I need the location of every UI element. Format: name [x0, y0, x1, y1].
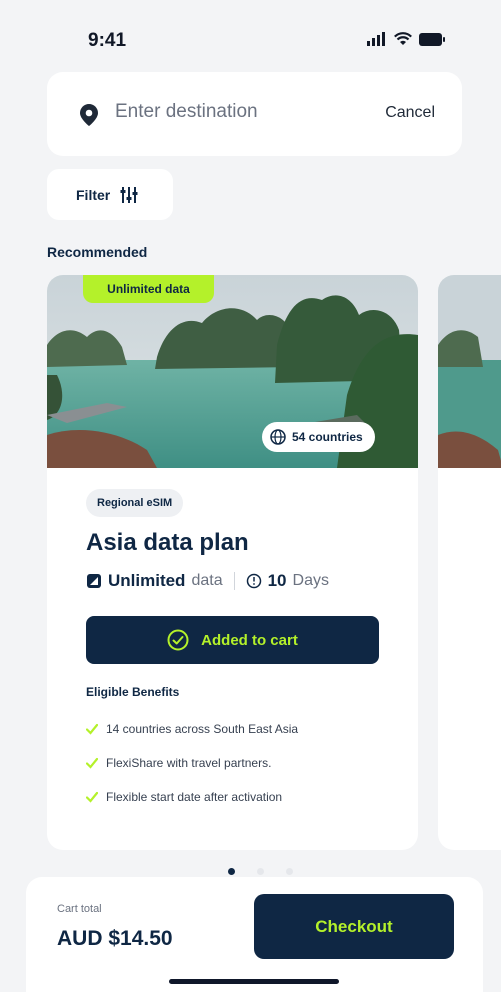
- location-pin-icon: [80, 104, 98, 126]
- cart-total-amount: AUD $14.50: [57, 927, 173, 950]
- data-chart-icon: [87, 574, 101, 588]
- check-circle-icon: [167, 629, 189, 651]
- days-unit: Days: [292, 572, 329, 589]
- battery-icon: [419, 32, 445, 46]
- plan-meta: Unlimited data 10 Days: [86, 571, 329, 591]
- region-badge: Regional eSIM: [86, 489, 184, 517]
- section-title: Recommended: [47, 244, 148, 260]
- meta-divider: [233, 572, 235, 590]
- data-value: Unlimited: [108, 571, 186, 590]
- benefit-item: Flexible start date after activation: [86, 780, 298, 814]
- unlimited-data-badge: Unlimited data: [83, 275, 214, 303]
- carousel-pager: [228, 868, 293, 875]
- wifi-icon: [394, 32, 412, 45]
- cancel-button[interactable]: Cancel: [385, 104, 435, 122]
- filter-label: Filter: [76, 186, 111, 203]
- status-time: 9:41: [88, 30, 127, 51]
- filter-button[interactable]: Filter: [47, 169, 173, 220]
- checkmark-icon: [86, 723, 98, 735]
- benefit-text: FlexiShare with travel partners.: [106, 756, 272, 770]
- data-unit: data: [191, 572, 223, 589]
- countries-pill: 54 countries: [262, 422, 375, 452]
- checkout-label: Checkout: [315, 916, 393, 936]
- destination-input[interactable]: [115, 101, 345, 123]
- sliders-icon: [120, 186, 138, 203]
- added-to-cart-button[interactable]: Added to cart: [86, 616, 379, 664]
- signal-icon: [367, 32, 385, 46]
- destination-search-card: Cancel: [47, 72, 462, 156]
- benefit-text: Flexible start date after activation: [106, 790, 283, 804]
- checkmark-icon: [86, 757, 98, 769]
- countries-count: 54 countries: [292, 430, 363, 444]
- status-icons: [367, 32, 445, 46]
- next-plan-card[interactable]: [438, 275, 501, 850]
- next-card-image: [438, 275, 501, 468]
- globe-icon: [270, 429, 286, 445]
- benefits-title: Eligible Benefits: [86, 685, 180, 699]
- cart-total-label: Cart total: [57, 903, 102, 915]
- benefit-item: 14 countries across South East Asia: [86, 712, 298, 746]
- plan-title: Asia data plan: [86, 529, 249, 556]
- benefits-list: 14 countries across South East Asia Flex…: [86, 712, 298, 814]
- home-indicator: [169, 979, 339, 984]
- pager-dot[interactable]: [286, 868, 293, 875]
- pager-dot[interactable]: [257, 868, 264, 875]
- benefit-item: FlexiShare with travel partners.: [86, 746, 298, 780]
- clock-icon: [246, 573, 261, 589]
- cart-bar: Cart total AUD $14.50 Checkout: [26, 877, 483, 992]
- status-bar: 9:41: [0, 20, 501, 60]
- benefit-text: 14 countries across South East Asia: [106, 722, 299, 736]
- added-to-cart-label: Added to cart: [201, 631, 298, 649]
- pager-dot-active[interactable]: [228, 868, 235, 875]
- days-value: 10: [267, 571, 287, 590]
- checkout-button[interactable]: Checkout: [254, 894, 454, 959]
- plan-card[interactable]: Unlimited data 54 countries Regional eSI…: [47, 275, 418, 850]
- checkmark-icon: [86, 791, 98, 803]
